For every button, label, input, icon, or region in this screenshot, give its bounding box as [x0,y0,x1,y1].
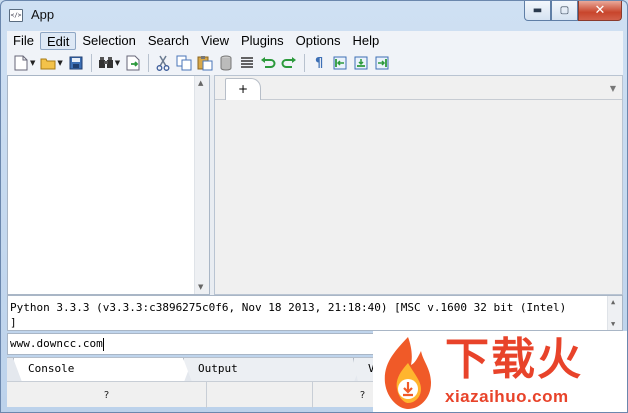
file-tree-panel[interactable]: ▲ ▼ [7,75,210,295]
status-cell: ? [7,382,207,408]
app-window-icon: </> [9,9,23,22]
export-icon [126,55,140,71]
paste-button[interactable] [195,53,215,73]
maximize-button[interactable]: ▢ [551,1,578,21]
minimize-icon: ▬ [532,5,543,16]
pilcrow-icon: ¶ [315,55,324,71]
console-input-value: www.downcc.com [10,337,103,350]
cut-icon [156,55,170,71]
align-lines-icon [241,57,254,68]
new-file-button[interactable] [11,53,31,73]
align-lines-button[interactable] [237,53,257,73]
indent-left-button[interactable] [330,53,350,73]
save-icon [69,56,83,70]
close-button[interactable]: ✕ [578,1,622,21]
undo-icon [261,57,276,68]
undo-button[interactable] [258,53,278,73]
copy-button[interactable] [174,53,194,73]
tab-output[interactable]: Output [183,358,363,382]
text-caret [102,337,104,351]
console-output: Python 3.3.3 (v3.3.3:c3896275c0f6, Nov 1… [7,295,623,331]
watermark: 下载火 xiazaihuo.com [373,331,627,412]
indent-right-icon [375,56,389,70]
flame-logo-icon [384,337,431,409]
find-dropdown-icon[interactable]: ▼ [115,59,120,67]
binoculars-icon [98,57,113,68]
toolbar-separator [90,54,92,72]
menu-options[interactable]: Options [290,32,347,50]
new-file-icon [14,55,28,71]
menu-edit[interactable]: Edit [39,32,77,50]
maximize-icon: ▢ [559,5,570,16]
new-file-dropdown-icon[interactable]: ▼ [30,59,35,67]
scroll-down-icon[interactable]: ▼ [198,283,203,291]
toolbar: ▼ ▼ ▼ ¶ [7,51,623,75]
toolbar-separator [304,54,306,72]
cut-button[interactable] [153,53,173,73]
save-button[interactable] [66,53,86,73]
watermark-chinese-text: 下载火 [445,334,583,385]
minimize-button[interactable]: ▬ [524,1,551,21]
editor-tab-bar: + ▼ [215,76,622,100]
delete-icon [220,55,232,71]
status-cell [207,382,313,408]
scroll-down-icon[interactable]: ▼ [611,320,615,328]
console-line: Python 3.3.3 (v3.3.3:c3896275c0f6, Nov 1… [10,301,567,314]
copy-icon [176,55,192,71]
export-button[interactable] [123,53,143,73]
tab-list-dropdown-icon[interactable]: ▼ [610,84,616,93]
indent-center-button[interactable] [351,53,371,73]
console-line: ] [10,316,17,329]
open-folder-icon [40,58,56,70]
menu-plugins[interactable]: Plugins [235,32,290,50]
tab-console[interactable]: Console [13,358,193,382]
redo-icon [281,57,297,68]
menu-view[interactable]: View [195,32,235,50]
redo-button[interactable] [279,53,299,73]
menu-help[interactable]: Help [346,32,385,50]
title-bar[interactable]: </> App ▬ ▢ ✕ [1,1,627,31]
watermark-domain-text: xiazaihuo.com [445,387,569,406]
delete-button[interactable] [216,53,236,73]
editor-area[interactable]: + ▼ [214,75,623,295]
indent-center-icon [354,56,368,70]
menu-bar: File Edit Selection Search View Plugins … [7,31,623,51]
menu-selection[interactable]: Selection [76,32,141,50]
open-button[interactable] [38,53,58,73]
menu-search[interactable]: Search [142,32,195,50]
window-title: App [31,7,55,22]
open-dropdown-icon[interactable]: ▼ [57,59,62,67]
indent-left-icon [333,56,347,70]
find-button[interactable] [96,53,116,73]
indent-right-button[interactable] [372,53,392,73]
window-controls: ▬ ▢ ✕ [524,1,622,21]
menu-file[interactable]: File [7,32,40,50]
file-tree-scrollbar[interactable]: ▲ ▼ [194,76,209,294]
new-tab-button[interactable]: + [225,78,261,100]
scroll-up-icon[interactable]: ▲ [611,298,615,306]
scroll-up-icon[interactable]: ▲ [198,79,203,87]
toolbar-separator [148,54,150,72]
app-window: </> App ▬ ▢ ✕ File Edit Selection Search… [0,0,628,413]
show-symbols-button[interactable]: ¶ [309,53,329,73]
console-scrollbar[interactable]: ▲ ▼ [607,296,622,330]
close-icon: ✕ [594,3,606,18]
paste-icon [197,56,213,71]
